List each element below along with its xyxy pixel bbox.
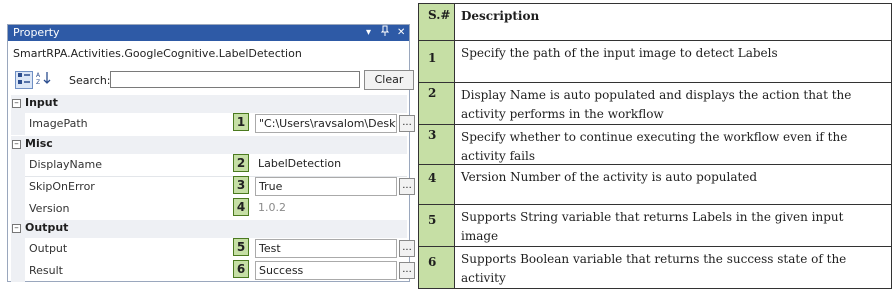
table-row: 1 Specify the path of the input image to… bbox=[418, 41, 892, 83]
property-panel: Property ▾ ✕ SmartRPA.Activities.GoogleC… bbox=[7, 24, 415, 282]
skiponerror-value[interactable]: True bbox=[255, 177, 397, 196]
ellipsis-button[interactable]: ... bbox=[399, 115, 415, 132]
property-row-displayname: DisplayName 2 LabelDetection bbox=[11, 154, 407, 176]
svg-text:A: A bbox=[36, 72, 41, 79]
category-input[interactable]: – Input bbox=[11, 95, 407, 113]
search-label: Search: bbox=[69, 74, 111, 87]
row-num-cell: 3 bbox=[418, 125, 455, 164]
callout-badge: 6 bbox=[233, 260, 249, 278]
search-input[interactable] bbox=[110, 71, 360, 88]
row-gutter bbox=[11, 176, 25, 198]
property-grid: – Input ImagePath 1 "C:\Users\ravsalom\D… bbox=[11, 95, 415, 282]
output-value[interactable]: Test bbox=[255, 239, 397, 258]
row-num-cell: 2 bbox=[418, 83, 455, 124]
row-num-cell: 5 bbox=[418, 205, 455, 246]
property-name: ImagePath bbox=[29, 117, 88, 130]
clear-button[interactable]: Clear bbox=[364, 70, 414, 90]
property-name: Result bbox=[29, 264, 63, 277]
category-label: Input bbox=[25, 96, 58, 109]
pin-icon[interactable] bbox=[380, 25, 390, 43]
description-table: S.# Description 1 Specify the path of th… bbox=[418, 3, 892, 289]
panel-titlebar: Property ▾ ✕ bbox=[8, 25, 409, 41]
category-output[interactable]: – Output bbox=[11, 220, 407, 238]
header-num: S.# bbox=[428, 8, 451, 22]
row-num-cell: 4 bbox=[418, 165, 455, 204]
row-description: Specify whether to continue executing th… bbox=[461, 130, 848, 163]
row-number: 4 bbox=[428, 171, 437, 185]
callout-badge: 4 bbox=[233, 198, 249, 216]
property-row-imagepath: ImagePath 1 "C:\Users\ravsalom\Deskt ... bbox=[11, 113, 415, 135]
table-row: 5 Supports String variable that returns … bbox=[418, 205, 892, 247]
property-name: Version bbox=[29, 202, 70, 215]
header-description: Description bbox=[461, 9, 540, 23]
property-row-version: Version 4 1.0.2 bbox=[11, 198, 407, 220]
collapse-icon[interactable]: – bbox=[12, 140, 21, 149]
property-toolbar: AZ Search: Clear bbox=[13, 70, 414, 91]
row-number: 6 bbox=[428, 255, 437, 269]
categorized-view-icon[interactable] bbox=[15, 71, 33, 89]
property-row-skiponerror: SkipOnError 3 True ... bbox=[11, 176, 415, 198]
row-description: Version Number of the activity is auto p… bbox=[461, 170, 758, 184]
row-num-cell: 1 bbox=[418, 41, 455, 82]
property-row-result: Result 6 Success ... bbox=[11, 260, 415, 282]
table-row: 3 Specify whether to continue executing … bbox=[418, 125, 892, 165]
property-name: Output bbox=[29, 242, 68, 255]
alphabetical-sort-icon[interactable]: AZ bbox=[35, 71, 53, 89]
row-gutter bbox=[11, 260, 25, 282]
ellipsis-button[interactable]: ... bbox=[399, 262, 415, 279]
callout-badge: 1 bbox=[233, 113, 249, 131]
ellipsis-button[interactable]: ... bbox=[399, 240, 415, 257]
table-header-row: S.# Description bbox=[418, 3, 892, 41]
row-number: 1 bbox=[428, 51, 437, 65]
imagepath-value[interactable]: "C:\Users\ravsalom\Deskt bbox=[255, 114, 397, 133]
row-num-cell: 6 bbox=[418, 247, 455, 289]
table-row: 4 Version Number of the activity is auto… bbox=[418, 165, 892, 205]
close-icon[interactable]: ✕ bbox=[397, 25, 405, 41]
header-num-cell: S.# bbox=[418, 3, 455, 40]
table-row: 6 Supports Boolean variable that returns… bbox=[418, 247, 892, 289]
row-description: Specify the path of the input image to d… bbox=[461, 46, 778, 60]
row-gutter bbox=[11, 238, 25, 260]
category-misc[interactable]: – Misc bbox=[11, 136, 407, 154]
row-gutter bbox=[11, 154, 25, 176]
result-value[interactable]: Success bbox=[255, 261, 397, 280]
row-number: 5 bbox=[428, 213, 437, 227]
category-label: Output bbox=[25, 221, 69, 234]
version-value: 1.0.2 bbox=[258, 201, 286, 214]
callout-badge: 5 bbox=[233, 238, 249, 256]
displayname-value[interactable]: LabelDetection bbox=[255, 155, 397, 174]
row-number: 2 bbox=[428, 86, 437, 100]
category-label: Misc bbox=[25, 137, 53, 150]
object-name: SmartRPA.Activities.GoogleCognitive.Labe… bbox=[13, 47, 302, 60]
collapse-icon[interactable]: – bbox=[12, 224, 21, 233]
callout-badge: 2 bbox=[233, 154, 249, 172]
row-description: Display Name is auto populated and displ… bbox=[461, 88, 852, 121]
row-description: Supports String variable that returns La… bbox=[461, 210, 844, 243]
row-gutter bbox=[11, 198, 25, 220]
table-row: 2 Display Name is auto populated and dis… bbox=[418, 83, 892, 125]
callout-badge: 3 bbox=[233, 176, 249, 194]
dropdown-icon[interactable]: ▾ bbox=[366, 25, 371, 41]
row-gutter bbox=[11, 113, 25, 135]
ellipsis-button[interactable]: ... bbox=[399, 178, 415, 195]
collapse-icon[interactable]: – bbox=[12, 99, 21, 108]
property-name: DisplayName bbox=[29, 158, 102, 171]
property-row-output: Output 5 Test ... bbox=[11, 238, 415, 260]
property-name: SkipOnError bbox=[29, 180, 95, 193]
row-description: Supports Boolean variable that returns t… bbox=[461, 252, 847, 285]
svg-text:Z: Z bbox=[36, 79, 40, 85]
panel-title: Property bbox=[13, 26, 60, 39]
row-number: 3 bbox=[428, 128, 437, 142]
